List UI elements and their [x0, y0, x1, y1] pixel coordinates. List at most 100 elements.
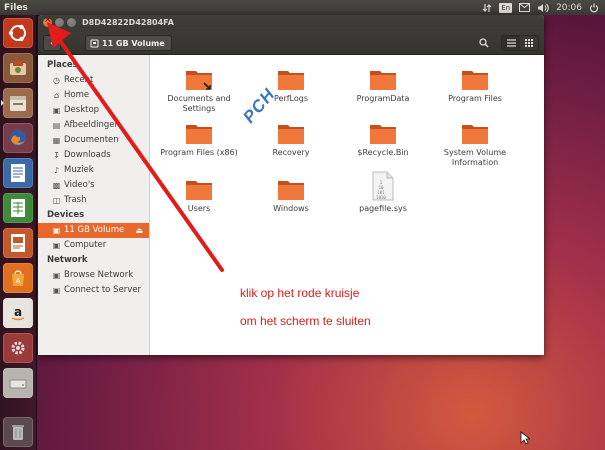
file-item[interactable]: Program Files (x86): [156, 121, 242, 158]
sidebar-item-home[interactable]: ⌂ Home: [38, 88, 149, 103]
server-icon: ▣: [52, 286, 61, 295]
sidebar-item-downloads[interactable]: ↧ Downloads: [38, 148, 149, 163]
mouse-cursor-icon: [520, 431, 530, 445]
sidebar-item-label: Computer: [64, 240, 107, 250]
sidebar-item-label: Muziek: [64, 165, 94, 175]
trash-icon[interactable]: [3, 417, 33, 447]
window-title: D8D42822D42804FA: [82, 18, 174, 27]
grid-view-button[interactable]: [520, 36, 538, 50]
sidebar-item-connect-to-server[interactable]: ▣ Connect to Server: [38, 283, 149, 298]
folder-icon: [462, 125, 488, 144]
calc-icon[interactable]: [3, 193, 33, 223]
folder-icon: ▣: [52, 106, 61, 115]
sidebar-item-label: Video's: [64, 180, 95, 190]
sidebar-item-browse-network[interactable]: ▣ Browse Network: [38, 268, 149, 283]
path-bar-button[interactable]: 11 GB Volume: [85, 35, 172, 51]
window-titlebar[interactable]: D8D42822D42804FA: [38, 15, 544, 31]
document-icon: ▦: [52, 136, 61, 145]
sidebar-item-documents[interactable]: ▦ Documenten: [38, 133, 149, 148]
file-name: Program Files (x86): [160, 148, 238, 157]
sidebar-item-desktop[interactable]: ▣ Desktop: [38, 103, 149, 118]
home-icon: ⌂: [53, 91, 60, 100]
transfer-icon[interactable]: [482, 3, 492, 13]
sidebar-item-label: 11 GB Volume: [64, 225, 125, 235]
folder-icon: [370, 125, 396, 144]
keyboard-layout-indicator[interactable]: En: [499, 2, 513, 13]
file-name: Users: [187, 204, 211, 213]
folder-icon: [278, 71, 304, 90]
sidebar-item-label: Trash: [64, 195, 87, 205]
file-name: $Recycle.Bin: [357, 148, 409, 157]
mail-icon[interactable]: [519, 3, 531, 12]
image-icon: ▤: [52, 121, 61, 130]
back-button[interactable]: ‹: [43, 35, 61, 51]
sidebar-item-videos[interactable]: ▩ Video's: [38, 178, 149, 193]
volume-icon[interactable]: [537, 3, 549, 13]
file-item[interactable]: Program Files: [432, 67, 518, 104]
view-toggle-group: [501, 35, 539, 51]
impress-icon[interactable]: [3, 228, 33, 258]
sidebar-heading-places: Places: [47, 60, 78, 70]
file-name: Recovery: [272, 148, 310, 157]
file-item[interactable]: 1 10 101 1010 pagefile.sys: [340, 171, 426, 214]
drive-icon: [90, 39, 99, 47]
file-item[interactable]: Recovery: [248, 121, 334, 158]
file-item[interactable]: PerfLogs: [248, 67, 334, 104]
sidebar-item-music[interactable]: ♪ Muziek: [38, 163, 149, 178]
folder-icon: [278, 181, 304, 200]
list-view-button[interactable]: [502, 36, 520, 50]
clock-icon: ◷: [53, 76, 60, 85]
file-manager-window: D8D42822D42804FA ‹ 11 GB Volume Places ◷…: [38, 15, 544, 355]
sidebar-item-computer[interactable]: ▣ Computer: [38, 238, 149, 253]
path-label: 11 GB Volume: [102, 38, 165, 48]
eject-icon[interactable]: ⏏: [135, 223, 143, 238]
sidebar-item-label: Afbeeldingen: [64, 120, 120, 130]
file-name: pagefile.sys: [359, 204, 407, 213]
sidebar-item-label: Browse Network: [64, 270, 134, 280]
sidebar-item-11gb-volume[interactable]: ▣ 11 GB Volume ⏏: [38, 223, 149, 238]
computer-icon: ▣: [52, 241, 61, 250]
search-button[interactable]: [475, 35, 493, 51]
writer-icon[interactable]: [3, 158, 33, 188]
sidebar-heading-devices: Devices: [47, 210, 85, 220]
svg-text:1010: 1010: [376, 195, 386, 200]
software-center-icon[interactable]: A: [3, 263, 33, 293]
running-indicator: [1, 100, 4, 106]
installer-icon[interactable]: [3, 53, 33, 83]
sidebar-item-label: Recent: [64, 75, 94, 85]
download-icon: ↧: [53, 151, 60, 160]
file-item[interactable]: ProgramData: [340, 67, 426, 104]
file-item[interactable]: System Volume Information: [432, 121, 518, 167]
file-name: Windows: [273, 204, 309, 213]
file-name: System Volume: [443, 148, 507, 157]
search-icon: [479, 38, 489, 48]
sidebar-item-pictures[interactable]: ▤ Afbeeldingen: [38, 118, 149, 133]
files-icon[interactable]: [1, 88, 33, 118]
ubuntu-dash-icon[interactable]: [3, 18, 33, 48]
firefox-icon[interactable]: [3, 123, 33, 153]
sidebar-item-label: Connect to Server: [64, 285, 141, 295]
amazon-icon[interactable]: a: [3, 298, 33, 328]
window-minimize-button[interactable]: [55, 18, 64, 27]
launcher: A a: [0, 15, 37, 450]
panel-clock[interactable]: 20:06: [556, 3, 582, 13]
chevron-left-icon: ‹: [50, 37, 54, 49]
file-name: Program Files: [448, 94, 502, 103]
folder-icon: [186, 125, 212, 144]
sidebar-item-recent[interactable]: ◷ Recent: [38, 73, 149, 88]
file-name: PerfLogs: [273, 94, 309, 103]
window-maximize-button[interactable]: [67, 18, 76, 27]
file-item[interactable]: Users: [156, 177, 242, 214]
file-grid: Documents and Settings PerfLogs ProgramD…: [151, 55, 544, 355]
file-item[interactable]: $Recycle.Bin: [340, 121, 426, 158]
power-icon[interactable]: [589, 3, 599, 13]
folder-icon: [186, 71, 212, 90]
grid-icon: [525, 39, 533, 47]
file-item[interactable]: Windows: [248, 177, 334, 214]
sidebar-item-trash[interactable]: ◫ Trash: [38, 193, 149, 208]
disk-drive-icon[interactable]: [3, 368, 33, 398]
sidebar-item-label: Downloads: [64, 150, 111, 160]
system-settings-icon[interactable]: [3, 333, 33, 363]
file-item[interactable]: Documents and Settings: [156, 67, 242, 113]
window-close-button[interactable]: [43, 15, 52, 27]
